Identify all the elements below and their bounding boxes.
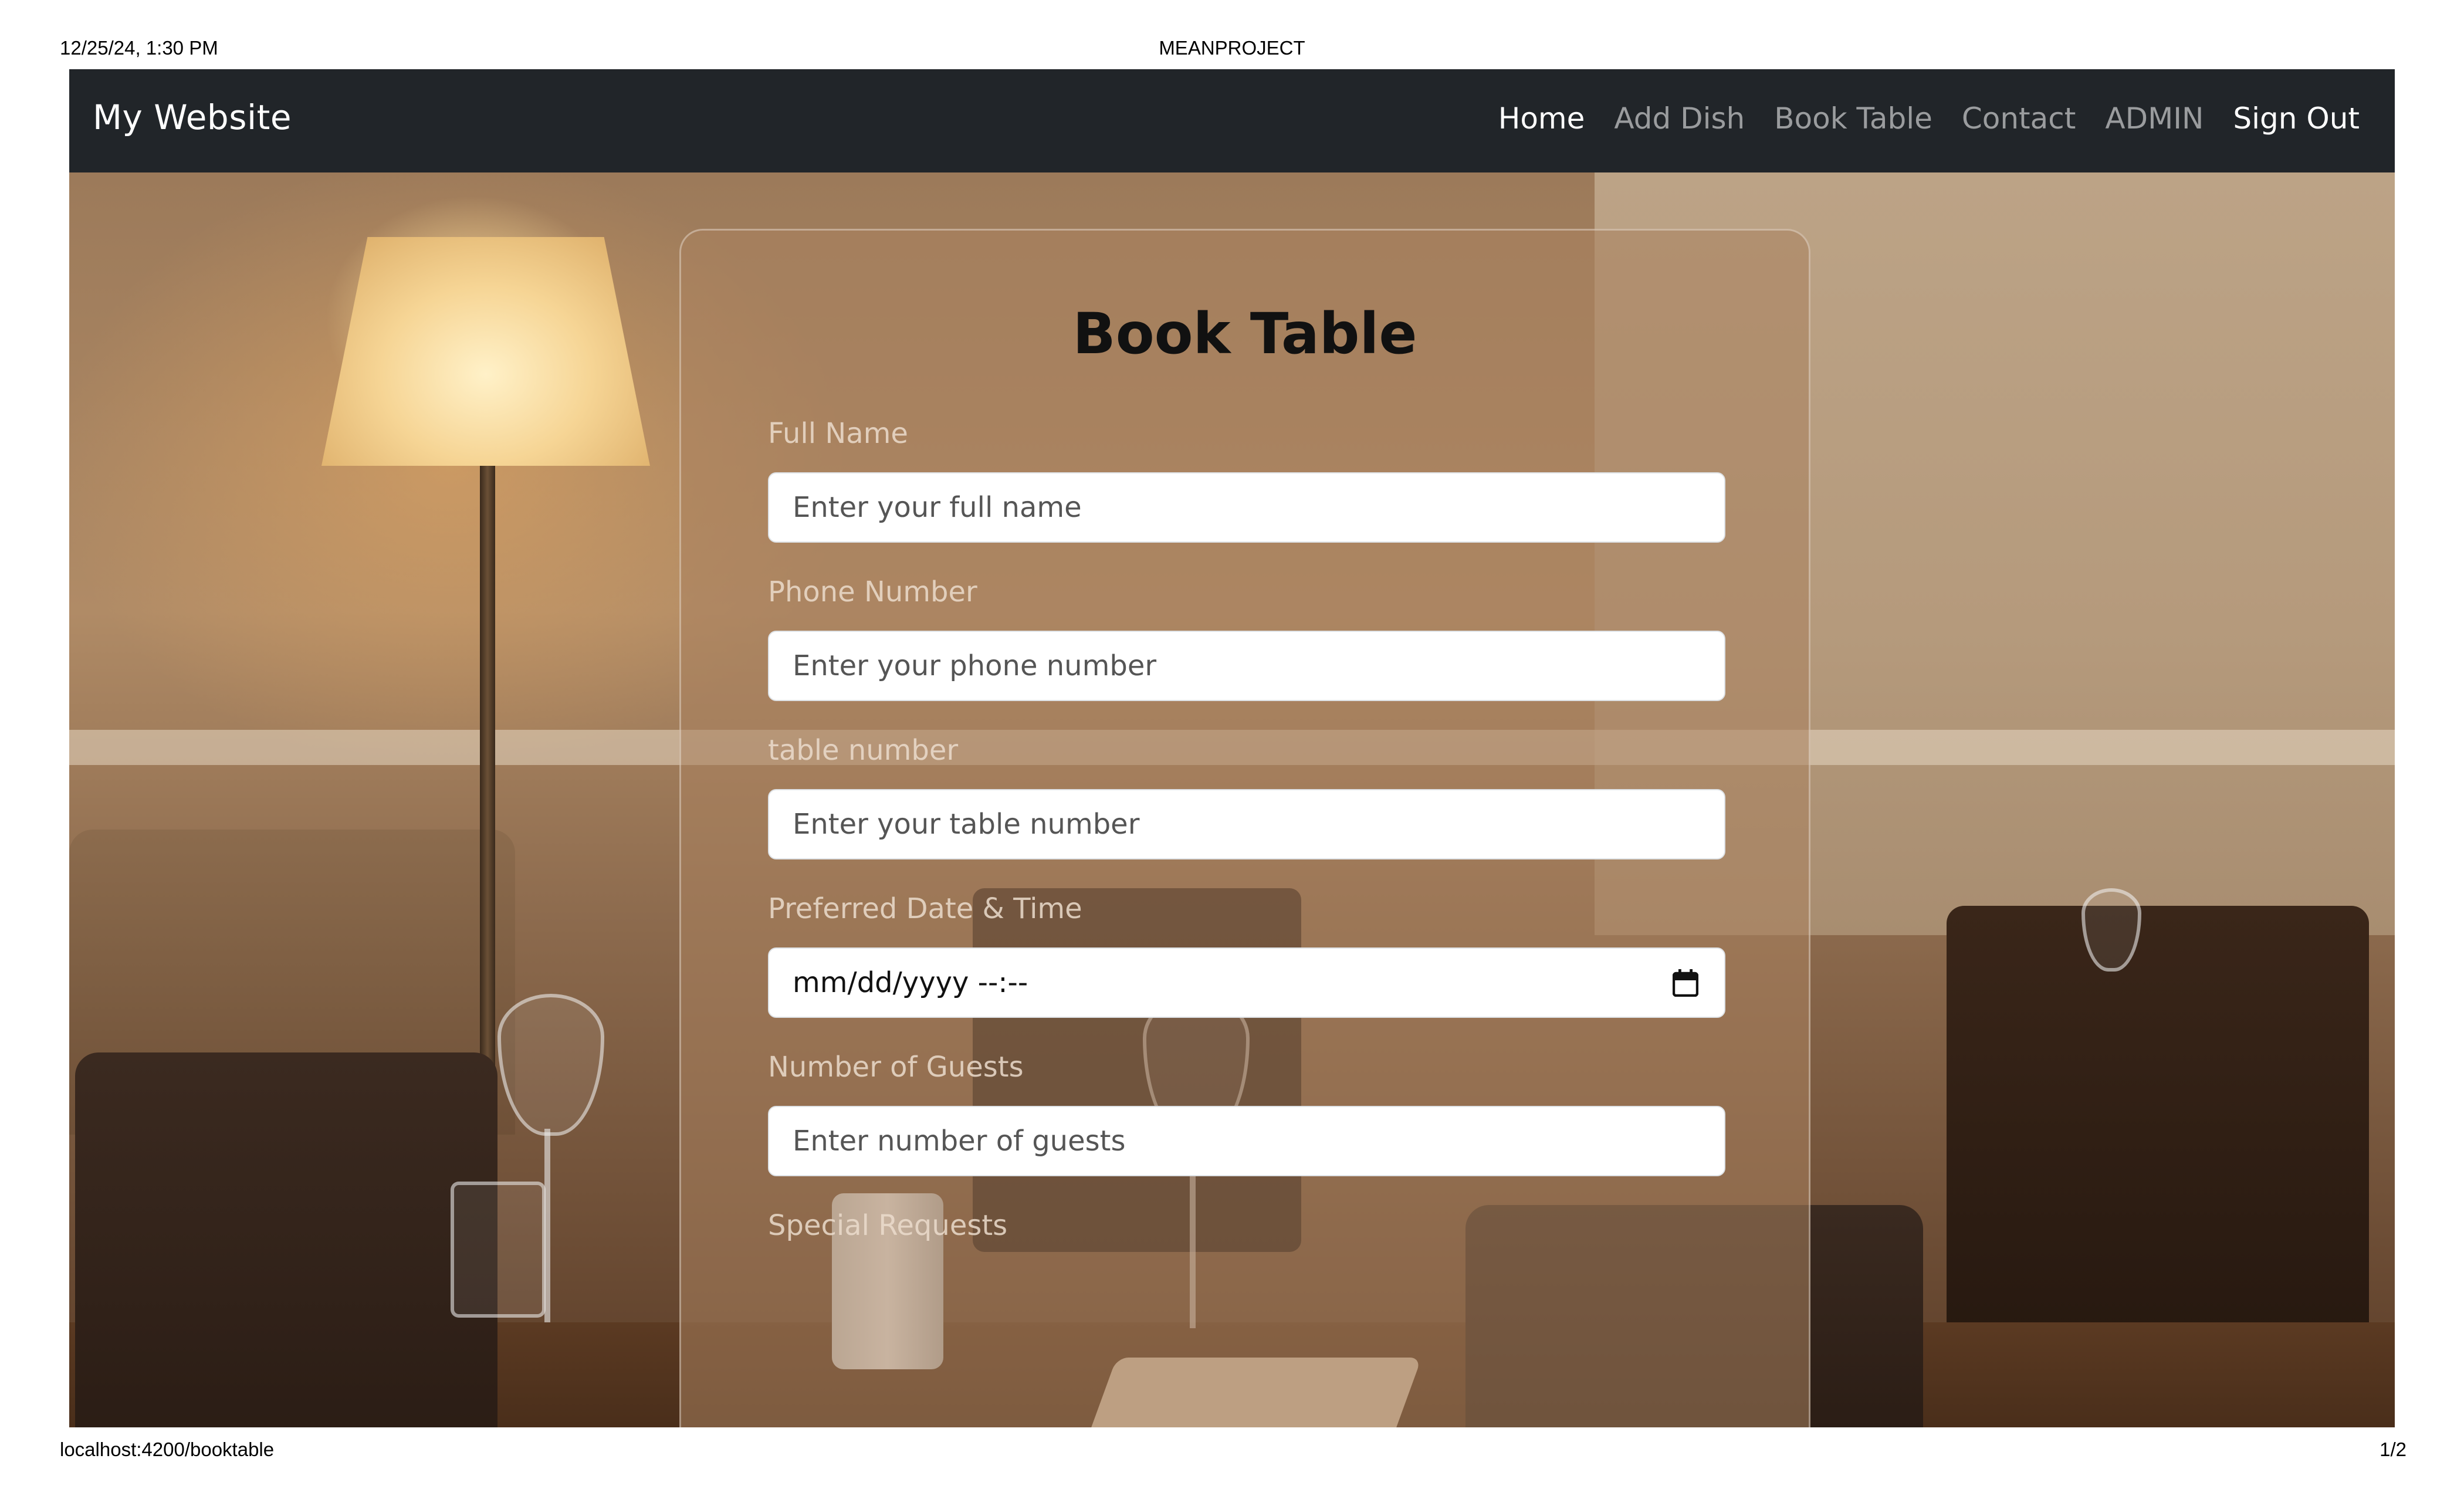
full-name-input[interactable] (768, 472, 1725, 543)
form-title: Book Table (1072, 301, 1417, 367)
navbar: My Website Home Add Dish Book Table Cont… (69, 69, 2395, 172)
nav-sign-out[interactable]: Sign Out (2233, 101, 2360, 136)
book-table-card: Book Table Full Name Phone Number table … (679, 229, 1810, 1427)
date-time-input[interactable]: mm/dd/yyyy --:-- (768, 947, 1725, 1018)
water-glass (451, 1182, 546, 1318)
phone-number-input[interactable] (768, 631, 1725, 701)
table-number-label: table number (768, 734, 959, 767)
print-page-number: 1/2 (2380, 1439, 2407, 1460)
table-number-input[interactable] (768, 789, 1725, 859)
special-requests-label: Special Requests (768, 1209, 1008, 1242)
calendar-icon[interactable] (1673, 969, 1698, 997)
nav-home[interactable]: Home (1498, 101, 1585, 136)
brand-link[interactable]: My Website (93, 97, 292, 137)
nav-add-dish[interactable]: Add Dish (1614, 101, 1745, 136)
nav-book-table[interactable]: Book Table (1774, 101, 1932, 136)
date-time-value: mm/dd/yyyy --:-- (793, 966, 1028, 999)
nav-admin[interactable]: ADMIN (2105, 101, 2204, 136)
guests-input[interactable] (768, 1106, 1725, 1176)
nav-contact[interactable]: Contact (1962, 101, 2076, 136)
page-frame: My Website Home Add Dish Book Table Cont… (69, 69, 2395, 1427)
print-title: MEANPROJECT (1159, 37, 1305, 59)
lamp-shade (321, 237, 650, 466)
print-url: localhost:4200/booktable (60, 1439, 275, 1460)
phone-number-label: Phone Number (768, 576, 977, 608)
guests-label: Number of Guests (768, 1051, 1024, 1084)
nav-links: Home Add Dish Book Table Contact ADMIN S… (1498, 101, 2360, 136)
full-name-label: Full Name (768, 417, 908, 450)
date-time-label: Preferred Date & Time (768, 892, 1082, 925)
foreground-chair (75, 1052, 497, 1427)
